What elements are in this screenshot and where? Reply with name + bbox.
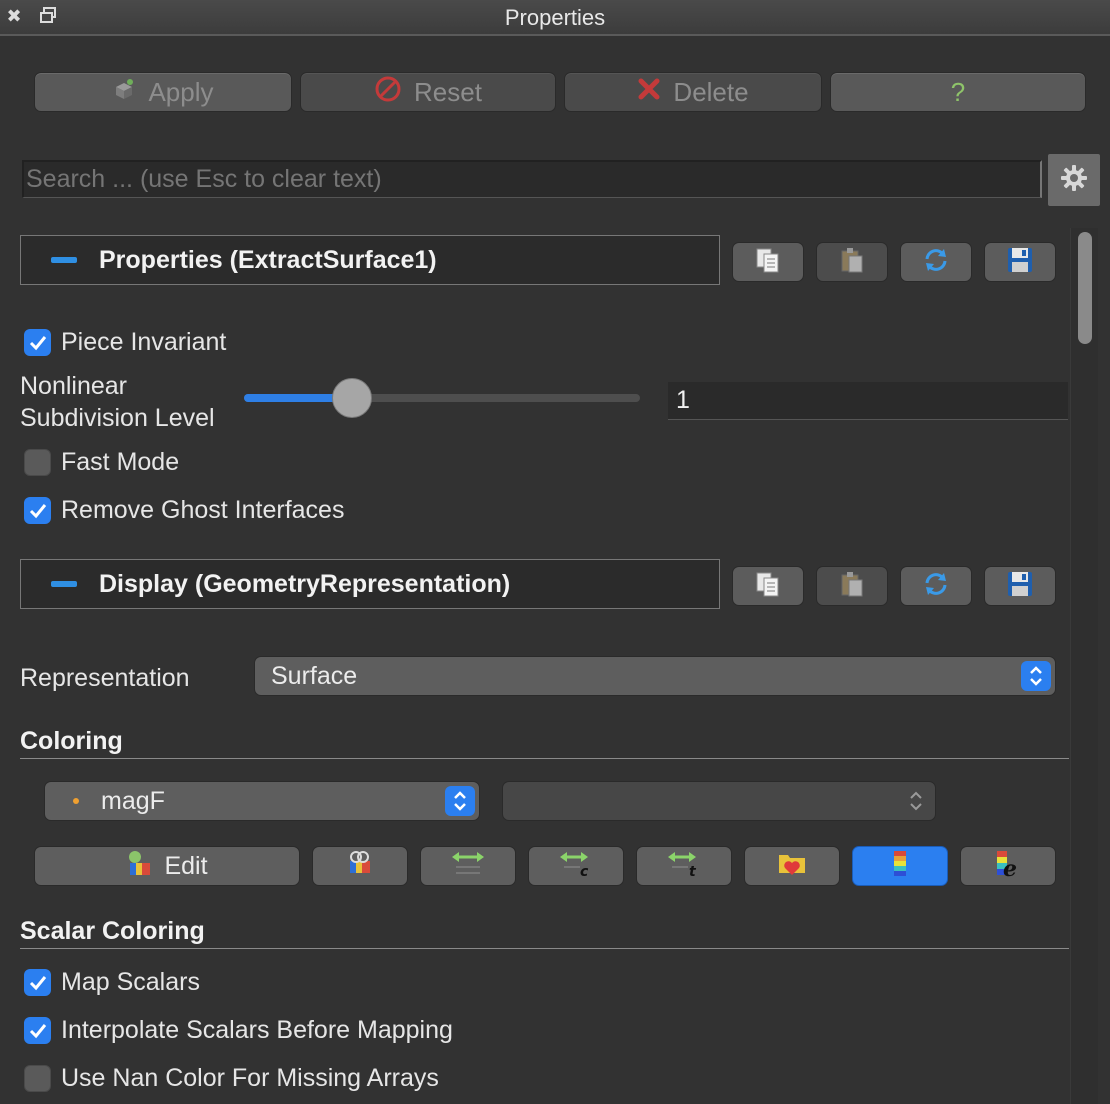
reset-icon (374, 75, 402, 110)
save-display-defaults-button[interactable] (984, 566, 1056, 606)
color-component-dropdown[interactable] (502, 781, 936, 821)
display-section-header[interactable]: Display (GeometryRepresentation) (20, 559, 720, 609)
color-array-dropdown[interactable]: magF (44, 781, 480, 821)
choose-preset-button[interactable] (312, 846, 408, 886)
preset-icon (346, 849, 374, 884)
save-icon (1006, 246, 1034, 279)
svg-text:c: c (580, 864, 589, 877)
paste-properties-button[interactable] (816, 242, 888, 282)
rescale-custom-icon: c (558, 849, 594, 884)
restore-display-defaults-button[interactable] (900, 566, 972, 606)
color-legend-edit-icon: e (993, 848, 1023, 885)
remove-ghost-interfaces-checkbox[interactable]: Remove Ghost Interfaces (24, 496, 344, 525)
paste-icon (838, 570, 866, 603)
representation-label: Representation (20, 664, 190, 692)
toggle-color-legend-button[interactable] (852, 846, 948, 886)
checkbox-checked-icon[interactable] (24, 1017, 51, 1044)
nan-color-checkbox[interactable]: Use Nan Color For Missing Arrays (24, 1064, 439, 1093)
point-data-icon (73, 798, 79, 804)
fast-mode-checkbox[interactable]: Fast Mode (24, 448, 179, 477)
save-defaults-button[interactable] (984, 242, 1056, 282)
svg-text:t: t (689, 864, 697, 877)
gear-icon (1060, 164, 1088, 197)
copy-properties-button[interactable] (732, 242, 804, 282)
nonlinear-label-line2: Subdivision Level (20, 404, 215, 432)
coloring-group-title: Coloring (20, 727, 123, 755)
search-input[interactable] (22, 160, 1042, 198)
window-title: Properties (504, 5, 606, 30)
copy-icon (754, 570, 782, 603)
refresh-icon (921, 569, 951, 604)
interpolate-scalars-checkbox[interactable]: Interpolate Scalars Before Mapping (24, 1016, 453, 1045)
divider (20, 948, 1069, 949)
copy-icon (754, 246, 782, 279)
checkbox-checked-icon[interactable] (24, 969, 51, 996)
help-button[interactable]: ? (830, 72, 1086, 112)
refresh-icon (921, 245, 951, 280)
help-icon: ? (950, 76, 966, 107)
color-legend-icon (891, 849, 909, 884)
slider-handle[interactable] (332, 378, 372, 418)
collapse-icon[interactable] (51, 257, 77, 263)
nonlinear-subdivision-slider[interactable] (244, 394, 640, 402)
dropdown-arrows-icon (445, 786, 475, 816)
checkbox-checked-icon[interactable] (24, 497, 51, 524)
scalar-coloring-group-title: Scalar Coloring (20, 917, 205, 945)
section-title: Display (GeometryRepresentation) (99, 569, 511, 598)
paste-icon (838, 246, 866, 279)
rescale-visible-range-button[interactable] (744, 846, 840, 886)
scrollbar-track[interactable] (1070, 228, 1098, 1104)
checkbox-unchecked-icon[interactable] (24, 449, 51, 476)
title-bar: ✖ Properties (0, 0, 1110, 36)
nonlinear-label-line1: Nonlinear (20, 372, 128, 400)
apply-button[interactable]: Apply (34, 72, 292, 112)
scrollbar-thumb[interactable] (1078, 232, 1092, 344)
checkbox-unchecked-icon[interactable] (24, 1065, 51, 1092)
divider (20, 758, 1069, 759)
nonlinear-subdivision-input[interactable]: 1 (668, 382, 1068, 420)
properties-section-header[interactable]: Properties (ExtractSurface1) (20, 235, 720, 285)
delete-icon (637, 77, 661, 108)
section-title: Properties (ExtractSurface1) (99, 245, 437, 274)
delete-button[interactable]: Delete (564, 72, 822, 112)
folder-heart-icon (777, 849, 807, 884)
reset-button[interactable]: Reset (300, 72, 556, 112)
copy-display-button[interactable] (732, 566, 804, 606)
paste-display-button[interactable] (816, 566, 888, 606)
rescale-temporal-range-button[interactable]: t (636, 846, 732, 886)
piece-invariant-checkbox[interactable]: Piece Invariant (24, 328, 226, 357)
svg-text:e: e (1003, 856, 1017, 878)
rescale-temporal-icon: t (666, 849, 702, 884)
edit-color-legend-button[interactable]: e (960, 846, 1056, 886)
save-icon (1006, 570, 1034, 603)
dropdown-arrows-icon (1021, 661, 1051, 691)
color-map-editor-icon (126, 849, 154, 884)
advanced-settings-button[interactable] (1048, 154, 1100, 206)
representation-dropdown[interactable]: Surface (254, 656, 1056, 696)
dropdown-arrows-icon (901, 786, 931, 816)
apply-icon (112, 77, 136, 108)
rescale-custom-range-button[interactable]: c (528, 846, 624, 886)
collapse-icon[interactable] (51, 581, 77, 587)
rescale-icon (450, 849, 486, 884)
rescale-data-range-button[interactable] (420, 846, 516, 886)
map-scalars-checkbox[interactable]: Map Scalars (24, 968, 200, 997)
checkbox-checked-icon[interactable] (24, 329, 51, 356)
restore-defaults-button[interactable] (900, 242, 972, 282)
edit-color-map-button[interactable]: Edit (34, 846, 300, 886)
